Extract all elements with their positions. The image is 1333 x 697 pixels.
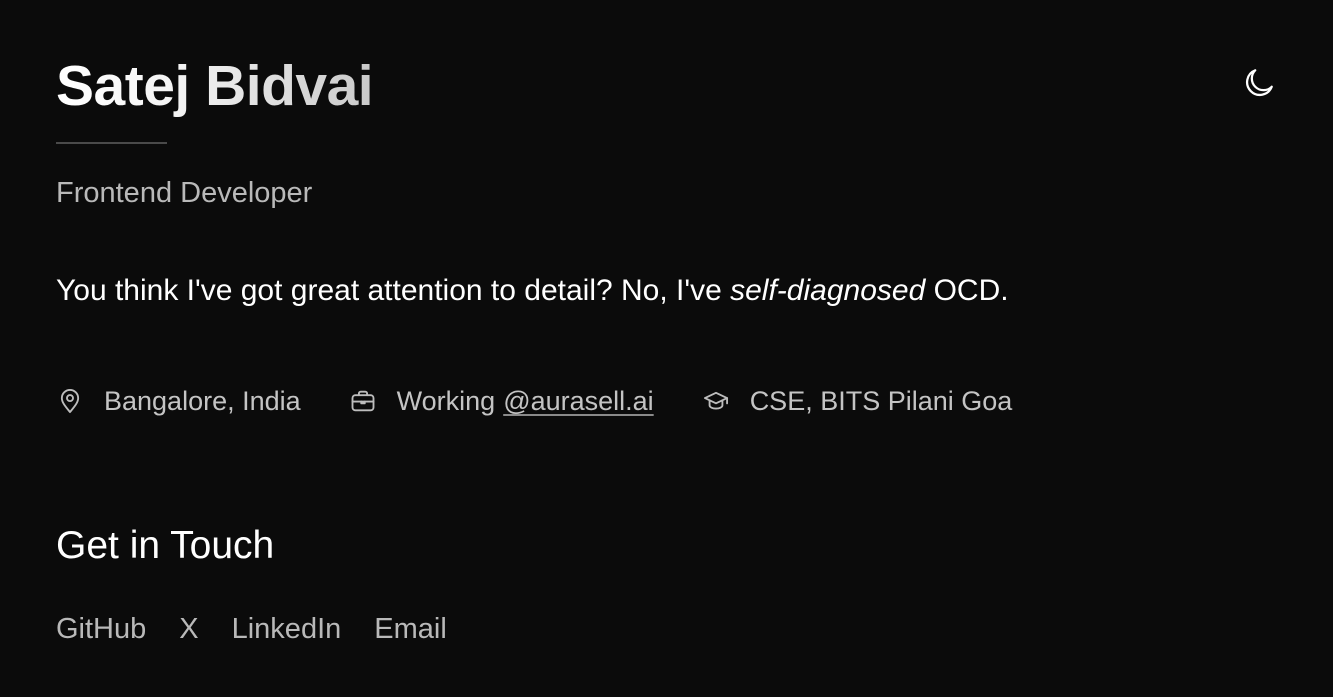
- work-item: Working @aurasell.ai: [349, 386, 654, 417]
- github-link[interactable]: GitHub: [56, 610, 146, 648]
- social-links: GitHub X LinkedIn Email: [56, 610, 447, 648]
- location-item: Bangalore, India: [56, 386, 301, 417]
- graduation-cap-icon: [702, 387, 730, 415]
- education-text: CSE, BITS Pilani Goa: [749, 385, 1013, 416]
- moon-icon: [1241, 65, 1277, 101]
- x-link[interactable]: X: [179, 610, 198, 648]
- employer-link[interactable]: @aurasell.ai: [503, 386, 653, 417]
- map-pin-icon: [56, 387, 84, 415]
- bio-text-end: OCD.: [925, 274, 1009, 307]
- location-text: Bangalore, India: [104, 385, 301, 416]
- title-divider: [56, 142, 167, 144]
- linkedin-link[interactable]: LinkedIn: [232, 610, 342, 648]
- work-prefix: Working: [396, 385, 496, 416]
- role-subtitle: Frontend Developer: [56, 177, 313, 209]
- briefcase-icon: [349, 387, 377, 415]
- contact-heading: Get in Touch: [56, 524, 275, 567]
- bio-text-start: You think I've got great attention to de…: [56, 274, 731, 307]
- bio-emphasis: self-diagnosed: [730, 274, 926, 307]
- theme-toggle-button[interactable]: [1239, 63, 1279, 103]
- education-item: CSE, BITS Pilani Goa: [702, 385, 1013, 417]
- email-link[interactable]: Email: [374, 610, 447, 648]
- bio-text: You think I've got great attention to de…: [56, 272, 1009, 310]
- profile-meta-row: Bangalore, India Working @aurasell.ai CS…: [56, 381, 1012, 421]
- page-title: Satej Bidvai: [56, 48, 374, 124]
